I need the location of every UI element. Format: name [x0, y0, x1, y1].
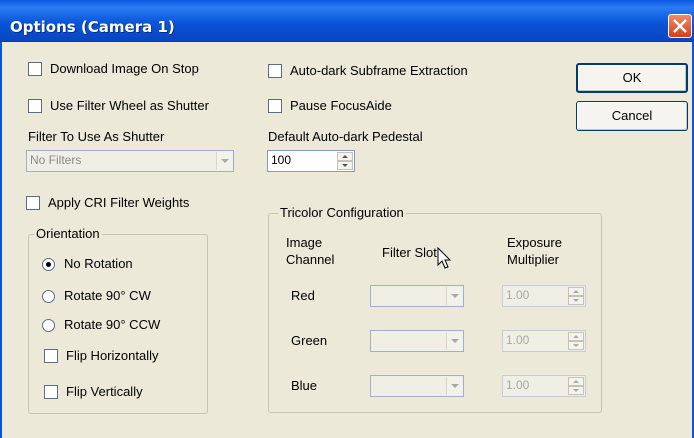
- pedestal-label: Default Auto-dark Pedestal: [268, 129, 423, 144]
- filter-to-use-label: Filter To Use As Shutter: [28, 129, 165, 144]
- cancel-button[interactable]: Cancel: [576, 101, 688, 131]
- col-header-filter-slot: Filter Slot: [382, 245, 437, 260]
- radio-rotate-90-ccw-label: Rotate 90° CCW: [64, 317, 161, 332]
- col-header-image: Image: [286, 235, 323, 250]
- dropdown-arrow-icon[interactable]: [446, 287, 462, 305]
- multiplier-green-spinner[interactable]: 1.00: [502, 330, 586, 352]
- flip-vertically-label: Flip Vertically: [66, 384, 143, 399]
- flip-horizontally-checkbox[interactable]: [44, 349, 58, 363]
- col-header-channel: Channel: [286, 252, 335, 267]
- apply-cri-filter-weights-checkbox[interactable]: [26, 196, 40, 210]
- flip-vertically-checkbox[interactable]: [44, 385, 58, 399]
- filter-slot-red-select[interactable]: [370, 285, 464, 307]
- filter-to-use-value: No Filters: [30, 153, 82, 167]
- dropdown-arrow-icon[interactable]: [446, 377, 462, 395]
- use-filter-wheel-shutter-checkbox[interactable]: [28, 99, 42, 113]
- spin-down-icon[interactable]: [568, 341, 584, 350]
- flip-horizontally-label: Flip Horizontally: [66, 348, 159, 363]
- multiplier-green-value: 1.00: [506, 333, 530, 347]
- spin-down-icon[interactable]: [568, 386, 584, 395]
- dropdown-arrow-icon[interactable]: [216, 152, 232, 170]
- close-button[interactable]: [668, 14, 692, 38]
- ok-button[interactable]: OK: [576, 63, 688, 93]
- channel-red-label: Red: [291, 288, 315, 303]
- spin-down-icon[interactable]: [337, 161, 353, 170]
- filter-slot-green-select[interactable]: [370, 330, 464, 352]
- download-image-on-stop-checkbox[interactable]: [28, 62, 42, 76]
- multiplier-red-spinner[interactable]: 1.00: [502, 285, 586, 307]
- mouse-cursor-icon: [437, 247, 452, 269]
- radio-no-rotation-label: No Rotation: [64, 256, 133, 271]
- auto-dark-subframe-checkbox[interactable]: [268, 64, 282, 78]
- col-header-exposure: Exposure: [507, 235, 562, 250]
- radio-no-rotation[interactable]: [42, 258, 55, 271]
- apply-cri-filter-weights-label: Apply CRI Filter Weights: [48, 195, 190, 210]
- filter-to-use-select[interactable]: No Filters: [26, 150, 234, 172]
- filter-slot-blue-select[interactable]: [370, 375, 464, 397]
- spin-up-icon[interactable]: [568, 287, 584, 296]
- channel-blue-label: Blue: [291, 378, 318, 393]
- tricolor-group-title: Tricolor Configuration: [278, 205, 406, 220]
- pause-focusaide-checkbox[interactable]: [268, 99, 282, 113]
- window-title: Options (Camera 1): [10, 18, 175, 36]
- pedestal-value: 100: [271, 153, 292, 167]
- auto-dark-subframe-label: Auto-dark Subframe Extraction: [290, 63, 468, 78]
- close-icon: [673, 19, 687, 33]
- spin-up-icon[interactable]: [337, 152, 353, 161]
- dialog-body: Download Image On Stop Use Filter Wheel …: [0, 42, 694, 438]
- download-image-on-stop-label: Download Image On Stop: [50, 61, 199, 76]
- radio-rotate-90-cw[interactable]: [42, 290, 55, 303]
- pause-focusaide-label: Pause FocusAide: [290, 98, 392, 113]
- radio-rotate-90-cw-label: Rotate 90° CW: [64, 288, 151, 303]
- pedestal-spinner[interactable]: 100: [267, 150, 355, 172]
- multiplier-red-value: 1.00: [506, 288, 530, 302]
- radio-rotate-90-ccw[interactable]: [42, 319, 55, 332]
- dropdown-arrow-icon[interactable]: [446, 332, 462, 350]
- orientation-group-title: Orientation: [34, 226, 102, 241]
- spin-up-icon[interactable]: [568, 332, 584, 341]
- spin-down-icon[interactable]: [568, 296, 584, 305]
- title-bar[interactable]: Options (Camera 1): [0, 0, 694, 42]
- multiplier-blue-spinner[interactable]: 1.00: [502, 375, 586, 397]
- col-header-multiplier: Multiplier: [507, 252, 560, 267]
- use-filter-wheel-shutter-label: Use Filter Wheel as Shutter: [50, 98, 209, 113]
- multiplier-blue-value: 1.00: [506, 378, 530, 392]
- spin-up-icon[interactable]: [568, 377, 584, 386]
- channel-green-label: Green: [291, 333, 328, 348]
